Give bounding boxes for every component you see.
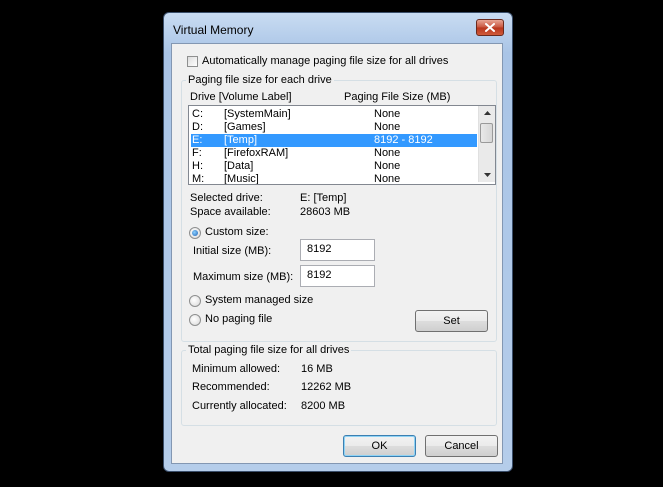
close-icon xyxy=(485,23,495,32)
drive-volume-label: [SystemMain] xyxy=(224,108,291,120)
custom-size-label[interactable]: Custom size: xyxy=(205,226,269,238)
drive-row[interactable]: D: [Games] None xyxy=(191,121,477,134)
drive-row[interactable]: F: [FirefoxRAM] None xyxy=(191,147,477,160)
auto-manage-checkbox[interactable] xyxy=(187,56,198,67)
drive-paging-size: None xyxy=(374,160,401,172)
drive-volume-label: [Music] xyxy=(224,173,259,185)
auto-manage-label[interactable]: Automatically manage paging file size fo… xyxy=(202,55,448,67)
drive-paging-size: None xyxy=(374,147,401,159)
system-managed-label[interactable]: System managed size xyxy=(205,294,313,306)
drive-volume-label: [Games] xyxy=(224,121,266,133)
drive-paging-size: None xyxy=(374,108,401,120)
selected-drive-value: E: [Temp] xyxy=(300,192,347,204)
drive-paging-size: 8192 - 8192 xyxy=(374,134,433,146)
column-header-size: Paging File Size (MB) xyxy=(344,91,451,103)
space-available-label: Space available: xyxy=(190,206,271,218)
drive-letter: M: xyxy=(192,173,205,185)
column-header-drive: Drive [Volume Label] xyxy=(190,91,292,103)
drive-letter: E: xyxy=(192,134,203,146)
no-paging-radio[interactable] xyxy=(189,314,201,326)
drive-letter: F: xyxy=(192,147,202,159)
ok-button[interactable]: OK xyxy=(343,435,416,457)
chevron-down-icon xyxy=(483,173,491,177)
currently-allocated-value: 8200 MB xyxy=(301,400,346,412)
no-paging-label[interactable]: No paging file xyxy=(205,313,272,325)
drive-volume-label: [Data] xyxy=(224,160,254,172)
total-group-title: Total paging file size for all drives xyxy=(186,344,352,356)
max-size-label: Maximum size (MB): xyxy=(193,271,294,283)
drive-volume-label: [FirefoxRAM] xyxy=(224,147,289,159)
drive-list-scrollbar[interactable] xyxy=(478,106,495,182)
drive-letter: H: xyxy=(192,160,203,172)
drive-letter: D: xyxy=(192,121,203,133)
paging-group-title: Paging file size for each drive xyxy=(186,74,334,86)
scroll-up-button[interactable] xyxy=(479,106,495,120)
max-size-input[interactable]: 8192 xyxy=(300,265,375,287)
drive-row[interactable]: M: [Music] None xyxy=(191,173,477,185)
close-button[interactable] xyxy=(476,19,504,36)
custom-size-radio[interactable] xyxy=(189,227,201,239)
scroll-thumb[interactable] xyxy=(480,123,493,143)
drive-paging-size: None xyxy=(374,121,401,133)
initial-size-label: Initial size (MB): xyxy=(193,245,272,257)
drive-row[interactable]: C: [SystemMain] None xyxy=(191,108,477,121)
initial-size-input[interactable]: 8192 xyxy=(300,239,375,261)
recommended-value: 12262 MB xyxy=(301,381,352,393)
scroll-down-button[interactable] xyxy=(479,168,495,182)
chevron-up-icon xyxy=(483,111,491,115)
cancel-button[interactable]: Cancel xyxy=(425,435,498,457)
drive-row[interactable]: E: [Temp] 8192 - 8192 xyxy=(191,134,477,147)
currently-allocated-label: Currently allocated: xyxy=(192,400,287,412)
set-button[interactable]: Set xyxy=(415,310,488,332)
space-available-value: 28603 MB xyxy=(300,206,351,218)
drive-paging-size: None xyxy=(374,173,401,185)
minimum-allowed-label: Minimum allowed: xyxy=(192,363,281,375)
minimum-allowed-value: 16 MB xyxy=(301,363,333,375)
selected-drive-label: Selected drive: xyxy=(190,192,263,204)
window-title: Virtual Memory xyxy=(173,23,254,37)
system-managed-radio[interactable] xyxy=(189,295,201,307)
drive-row[interactable]: H: [Data] None xyxy=(191,160,477,173)
drive-letter: C: xyxy=(192,108,203,120)
drive-volume-label: [Temp] xyxy=(224,134,258,146)
title-bar[interactable]: Virtual Memory xyxy=(164,13,512,45)
drive-list[interactable]: C: [SystemMain] None D: [Games] None E: [Temp] 8… xyxy=(188,105,496,185)
recommended-label: Recommended: xyxy=(192,381,270,393)
